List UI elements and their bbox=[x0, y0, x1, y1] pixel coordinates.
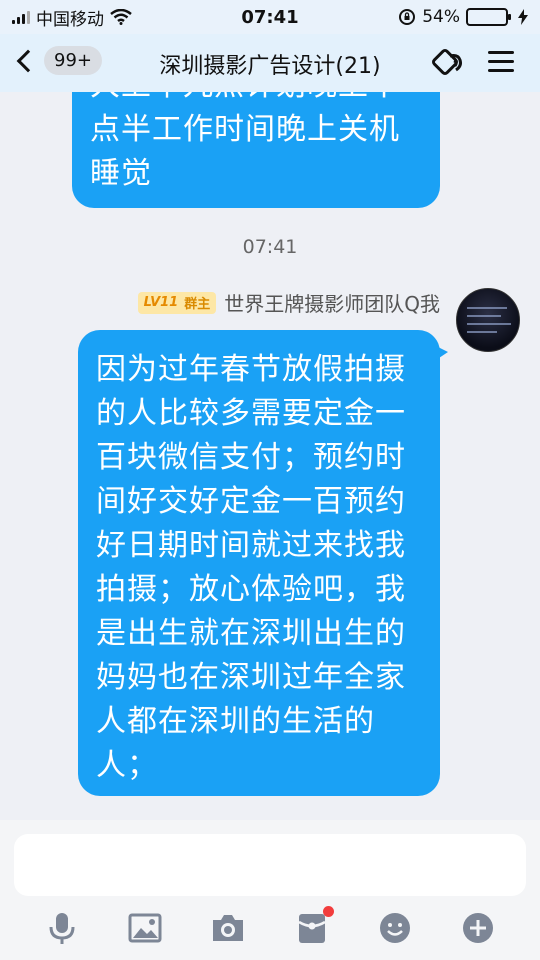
red-packet-button[interactable] bbox=[294, 906, 334, 946]
orientation-lock-icon bbox=[399, 9, 416, 25]
message-line: 好日期时间就过来找我 bbox=[96, 528, 406, 563]
role-label: 群主 bbox=[184, 297, 211, 312]
charging-icon bbox=[518, 9, 528, 25]
message-line: 妈妈也在深圳过年全家 bbox=[96, 660, 406, 695]
message-line: 人都在深圳的生活的 bbox=[96, 704, 375, 739]
voice-input-button[interactable] bbox=[44, 910, 80, 946]
sender-name[interactable]: 世界王牌摄影师团队Q我 bbox=[224, 288, 440, 317]
carrier-label: 中国移动 bbox=[36, 9, 104, 30]
wifi-icon bbox=[110, 9, 132, 25]
emoji-button[interactable] bbox=[377, 910, 413, 946]
back-button[interactable]: 99+ bbox=[16, 46, 102, 75]
status-time: 07:41 bbox=[241, 6, 299, 28]
level-label: LV11 bbox=[143, 295, 179, 310]
more-menu-button[interactable] bbox=[484, 46, 520, 78]
message-line: 睡觉 bbox=[90, 156, 152, 191]
message-line: 是出生就在深圳出生的 bbox=[96, 616, 406, 651]
unread-count-badge: 99+ bbox=[44, 46, 102, 75]
plus-icon bbox=[463, 913, 493, 943]
status-left: 中国移动 bbox=[12, 5, 132, 30]
level-badge: LV11 群主 bbox=[137, 291, 217, 314]
message-line: 大上午九点计划晚上十 bbox=[90, 92, 420, 108]
emoji-icon bbox=[380, 913, 410, 943]
message-line: 拍摄；放心体验吧，我 bbox=[96, 572, 406, 607]
message-line: 的人比较多需要定金一 bbox=[96, 396, 406, 431]
signal-icon bbox=[12, 10, 30, 24]
battery-icon bbox=[466, 8, 511, 26]
more-actions-button[interactable] bbox=[460, 910, 496, 946]
camera-icon bbox=[213, 915, 243, 941]
status-right: 54% bbox=[398, 7, 528, 27]
message-timestamp: 07:41 bbox=[242, 236, 298, 258]
voice-call-icon bbox=[432, 49, 462, 75]
microphone-icon bbox=[49, 913, 75, 944]
image-icon bbox=[128, 913, 162, 943]
message-line: 百块微信支付；预约时 bbox=[96, 440, 406, 475]
sender-info: LV11 群主 世界王牌摄影师团队Q我 bbox=[137, 288, 440, 317]
notification-dot bbox=[323, 906, 334, 917]
chat-messages[interactable]: 大上午九点计划晚上十 点半工作时间晚上关机 睡觉 07:41 LV11 群主 世… bbox=[0, 92, 540, 820]
message-line: 人； bbox=[96, 748, 158, 783]
voice-call-button[interactable] bbox=[432, 46, 468, 78]
message-line: 间好交好定金一百预约 bbox=[96, 484, 406, 519]
battery-percent: 54% bbox=[422, 7, 460, 27]
chevron-left-icon bbox=[16, 49, 40, 72]
message-bubble[interactable]: 因为过年春节放假拍摄 的人比较多需要定金一 百块微信支付；预约时 间好交好定金一… bbox=[78, 330, 448, 796]
camera-button[interactable] bbox=[210, 910, 246, 946]
message-line: 因为过年春节放假拍摄 bbox=[96, 352, 406, 387]
message-input[interactable] bbox=[14, 834, 526, 896]
status-bar: 中国移动 07:41 54% bbox=[0, 0, 540, 34]
chat-title: 深圳摄影广告设计(21) bbox=[159, 54, 381, 79]
message-line: 点半工作时间晚上关机 bbox=[90, 112, 400, 147]
input-area bbox=[0, 820, 540, 960]
avatar[interactable] bbox=[456, 288, 520, 352]
photo-button[interactable] bbox=[127, 910, 163, 946]
nav-bar: 99+ 深圳摄影广告设计(21) bbox=[0, 34, 540, 92]
message-bubble-previous[interactable]: 大上午九点计划晚上十 点半工作时间晚上关机 睡觉 bbox=[72, 92, 440, 208]
